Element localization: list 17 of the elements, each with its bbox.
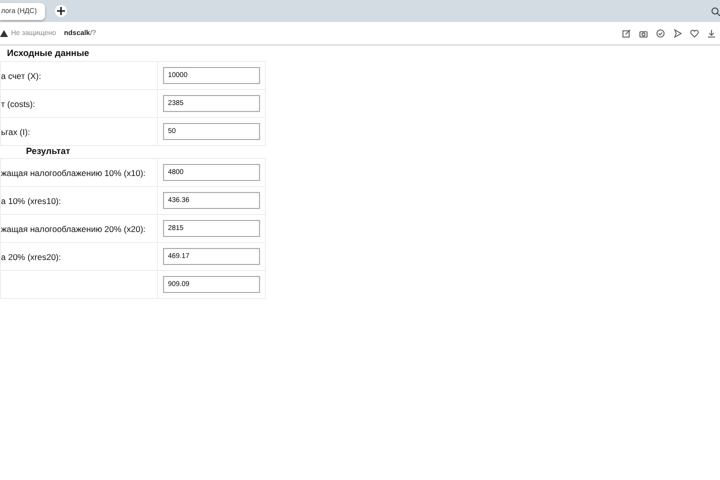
field-label: жащая налогооблажению 20% (x20): [1,224,146,234]
field-label: а счет (X): [1,70,42,80]
warning-icon[interactable] [0,30,8,36]
new-tab-button[interactable] [55,5,67,17]
heart-icon[interactable] [690,28,699,38]
field-label: т (costs): [1,98,36,108]
edit-icon[interactable] [622,28,631,38]
field-label: а 10% (xres10): [1,196,61,206]
send-icon[interactable] [673,28,682,38]
section-heading: Результат [25,146,72,158]
section-heading: Исходные данные [6,47,90,60]
download-icon[interactable] [707,28,716,38]
search-icon[interactable] [711,6,720,16]
field-label: ьгах (I): [1,126,30,136]
camera-icon[interactable] [639,28,648,38]
field-label: а 20% (xres20): [1,252,61,262]
field-label: жащая налогооблажению 10% (x10): [1,168,146,178]
